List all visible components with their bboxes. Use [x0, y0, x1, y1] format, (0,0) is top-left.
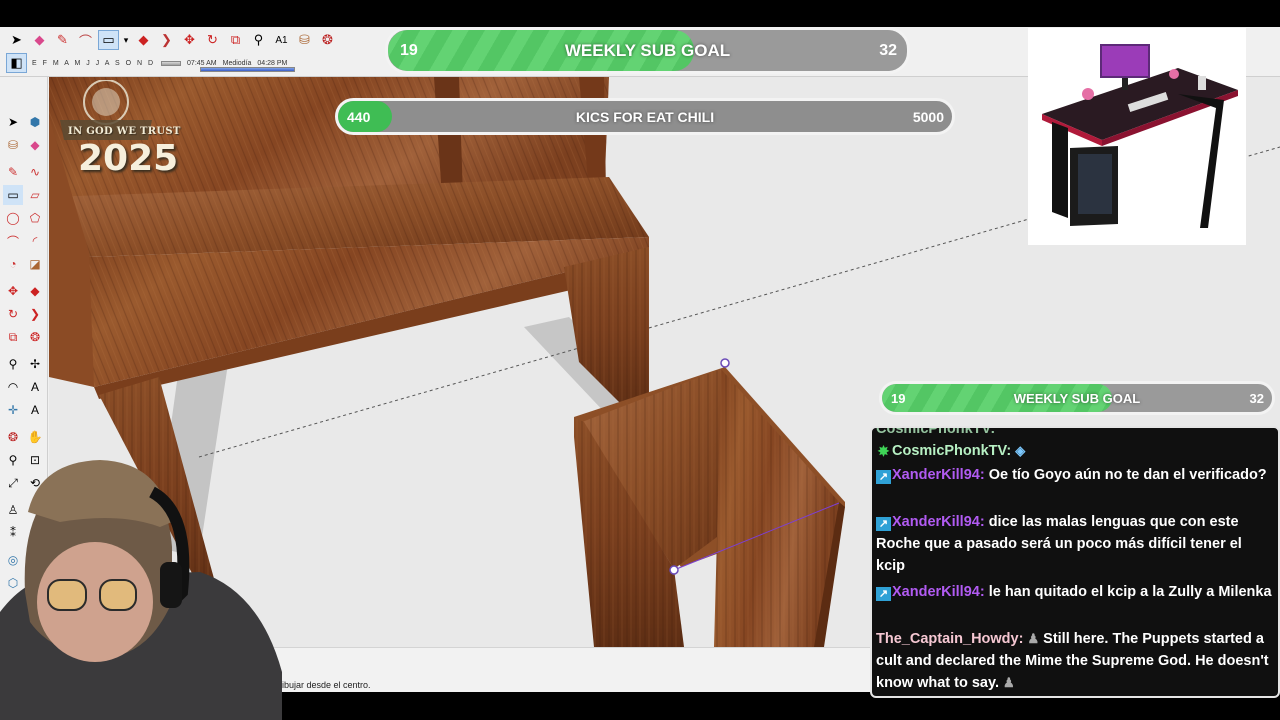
status-hint: ibujar desde el centro.	[282, 680, 371, 690]
text-tool-icon[interactable]: A1	[271, 30, 292, 50]
offset-icon[interactable]: ◪	[25, 254, 45, 274]
shadow-time-start: 07:45 AM	[187, 59, 217, 67]
weekly-sub-label-2: WEEKLY SUB GOAL	[1013, 390, 1141, 406]
chat-username: CosmicPhonkTV:	[876, 426, 996, 437]
gaming-desk-illustration	[1042, 44, 1238, 228]
eraser-icon[interactable]: ◆	[25, 135, 45, 155]
weekly-sub-goal-bar-2: 19 WEEKLY SUB GOAL 32	[879, 381, 1275, 415]
chat-message: ↗ XanderKill94: Oe tío Goyo aún no te dan…	[876, 464, 1272, 486]
rotate-icon[interactable]: ↻	[3, 304, 23, 324]
emote-icon: ♟	[1027, 631, 1040, 646]
text-icon[interactable]: A	[25, 377, 45, 397]
arc-tool-icon[interactable]: ⌒	[75, 30, 96, 50]
streamer-webcam	[0, 460, 282, 720]
move-icon[interactable]: ✥	[3, 281, 23, 301]
pie-icon[interactable]: ◔	[3, 254, 23, 274]
shadow-mid-label: Mediodía	[222, 59, 252, 67]
shadow-toggle-icon[interactable]: ◧	[6, 53, 27, 73]
chat-username: CosmicPhonkTV:	[892, 443, 1012, 459]
followme-icon[interactable]: ❯	[25, 304, 45, 324]
chat-username: The_Captain_Howdy:	[876, 631, 1024, 647]
weekly-sub-goal-bar: 19 WEEKLY SUB GOAL 32	[385, 27, 910, 74]
emote-icon: ◈	[1015, 443, 1026, 458]
pushpull-icon[interactable]: ◆	[25, 281, 45, 301]
pencil-tool-icon[interactable]: ✎	[52, 30, 73, 50]
badge-motto: IN GOD WE TRUST	[68, 126, 181, 137]
weekly-sub-target: 32	[879, 41, 897, 59]
toolbar-row-1: ➤ ◆ ✎ ⌒ ▭ ▾ ◆ ❯ ✥ ↻ ⧉ ⚲ A1 ⛁ ❂	[6, 29, 338, 51]
polygon-icon[interactable]: ⬠	[25, 208, 45, 228]
chat-text: Oe tío Goyo aún no te dan el verificado?	[988, 467, 1267, 483]
move-tool-icon[interactable]: ✥	[179, 30, 200, 50]
dropdown-icon[interactable]: ▾	[121, 30, 131, 50]
kics-target: 5000	[912, 108, 944, 125]
inference-point-icon-2	[720, 358, 730, 368]
arc2-icon[interactable]: ◜	[25, 231, 45, 251]
stream-chat: CosmicPhonkTV: ✸ CosmicPhonkTV: ◈ ↗ Xander…	[870, 426, 1280, 698]
kics-label: KICS FOR EAT CHILI	[575, 108, 715, 125]
product-image	[1028, 28, 1246, 245]
select-tool-icon[interactable]: ➤	[6, 30, 27, 50]
protractor-icon[interactable]: ◠	[3, 377, 23, 397]
emote-icon: ♟	[1003, 675, 1015, 690]
weekly-sub-target-2: 32	[1249, 390, 1264, 406]
pan-icon[interactable]: ✋	[25, 427, 45, 447]
freehand-icon[interactable]: ∿	[25, 162, 45, 182]
chat-message-clipped: CosmicPhonkTV:	[876, 426, 1272, 440]
paint-bucket-icon[interactable]: ⛁	[294, 30, 315, 50]
chat-username: XanderKill94:	[892, 514, 985, 530]
sub-badge-icon: ↗	[876, 587, 891, 601]
line-icon[interactable]: ✎	[3, 162, 23, 182]
chat-username: XanderKill94:	[892, 584, 985, 600]
sub-badge-icon: ↗	[876, 517, 891, 531]
select-icon[interactable]: ➤	[3, 112, 23, 132]
component-icon[interactable]: ⬢	[25, 112, 45, 132]
eraser-tool-icon[interactable]: ◆	[29, 30, 50, 50]
shadow-months: E F M A M J J A S O N D	[32, 59, 156, 67]
weekly-sub-label: WEEKLY SUB GOAL	[564, 40, 731, 60]
sub-badge-icon: ↗	[876, 470, 891, 484]
circle-icon[interactable]: ◯	[3, 208, 23, 228]
tape-measure-icon[interactable]: ⚲	[248, 30, 269, 50]
mod-badge-icon: ✸	[877, 443, 890, 459]
orbit-tool-icon[interactable]: ❂	[317, 30, 338, 50]
dimension-icon[interactable]: ✢	[25, 354, 45, 374]
chat-message: ↗ XanderKill94: dice las malas lenguas qu…	[876, 511, 1272, 577]
top-letterbox	[0, 0, 1280, 27]
chat-message: ✸ CosmicPhonkTV: ◈	[876, 440, 1272, 462]
axes-icon[interactable]: ✛	[3, 400, 23, 420]
paint-icon[interactable]: ⛁	[3, 135, 23, 155]
kics-goal-bar: 440 KICS FOR EAT CHILI 5000	[335, 98, 955, 135]
rotated-rect-icon[interactable]: ▱	[25, 185, 45, 205]
scale-icon[interactable]: ⧉	[3, 327, 23, 347]
rectangle-icon[interactable]: ▭	[3, 185, 23, 205]
tape-icon[interactable]: ⚲	[3, 354, 23, 374]
chat-message: ↗ XanderKill94: le han quitado el kcip a …	[876, 581, 1272, 603]
3dtext-icon[interactable]: A	[25, 400, 45, 420]
shadow-time-end: 04:28 PM	[257, 59, 288, 67]
offset2-icon[interactable]: ❂	[25, 327, 45, 347]
rotate-tool-icon[interactable]: ↻	[202, 30, 223, 50]
follow-me-icon[interactable]: ❯	[156, 30, 177, 50]
badge-year: 2025	[78, 138, 179, 179]
chat-message: The_Captain_Howdy: ♟ Still here. The Pup…	[876, 628, 1272, 694]
shadow-date-slider[interactable]	[161, 60, 182, 66]
toolbar-row-2: ◧	[6, 52, 27, 74]
chat-text: le han quitado el kcip a la Zully a Mile…	[988, 584, 1272, 600]
push-pull-icon[interactable]: ◆	[133, 30, 154, 50]
chat-username: XanderKill94:	[892, 467, 985, 483]
rectangle-tool-icon[interactable]: ▭	[98, 30, 119, 50]
shadow-time-slider[interactable]	[200, 67, 295, 72]
orbit-icon[interactable]: ❂	[3, 427, 23, 447]
arc-icon[interactable]: ⌒	[3, 231, 23, 251]
inference-point-icon	[669, 565, 679, 575]
scale-tool-icon[interactable]: ⧉	[225, 30, 246, 50]
